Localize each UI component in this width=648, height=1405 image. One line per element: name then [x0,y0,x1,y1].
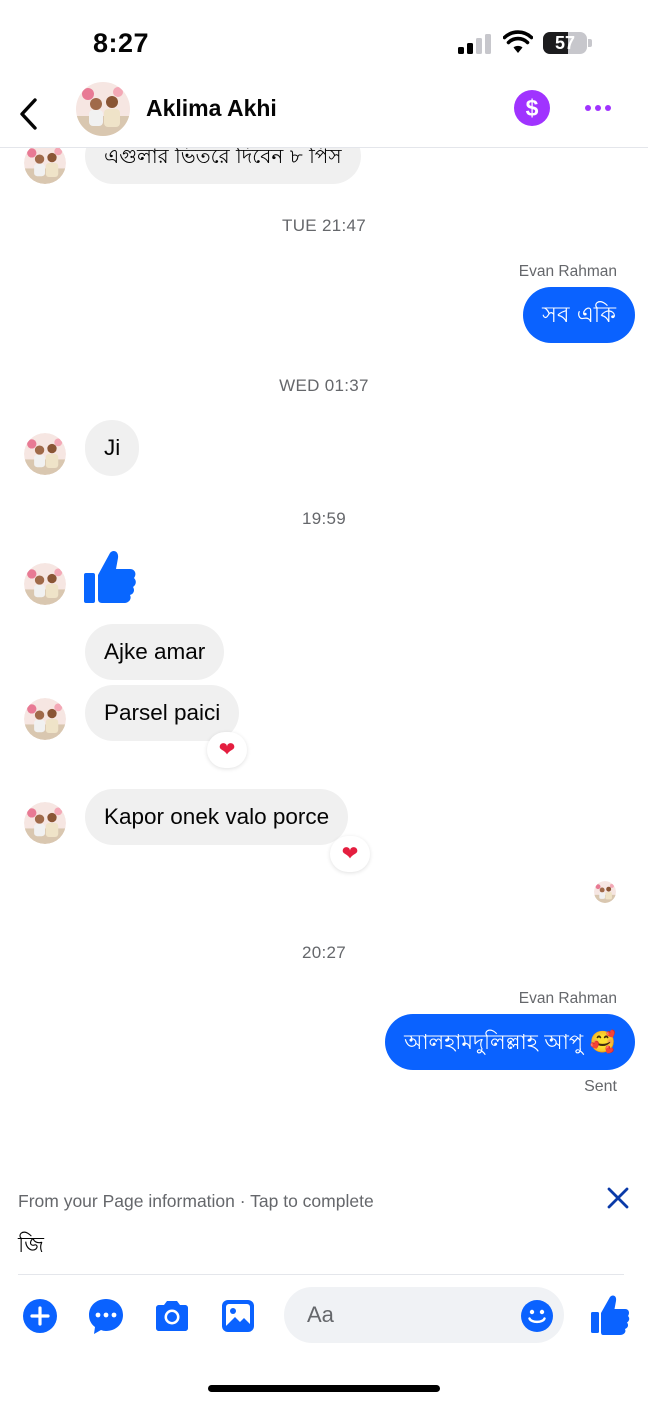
status-bar: 8:27 57 [0,0,648,80]
message-input-placeholder: Aa [307,1302,334,1327]
heart-reaction-icon[interactable]: ❤ [207,732,247,768]
payment-button[interactable]: $ [514,90,550,126]
chat-bubble-icon[interactable] [86,1296,126,1336]
divider [18,1274,624,1275]
message-incoming[interactable]: এগুলার ভিতরে দিবেন ৮ পিস [85,148,361,184]
status-time: 8:27 [93,28,150,58]
message-row-cutoff: এগুলার ভিতরে দিবেন ৮ পিস [0,148,648,188]
battery-icon: 57 [543,32,593,54]
camera-icon[interactable] [152,1296,192,1336]
sender-name: Evan Rahman [518,263,617,280]
message-outgoing[interactable]: আলহামদুলিল্লাহ আপু 🥰 [385,1014,635,1070]
composer-bar: Aa [0,1284,648,1348]
message-status: Sent [584,1078,617,1095]
back-button[interactable] [14,94,46,134]
message-incoming[interactable]: Ajke amar [85,624,225,680]
reply-suggestion[interactable]: From your Page information · Tap to comp… [0,1180,648,1276]
message-incoming[interactable]: Parsel paici [85,685,240,741]
message-input[interactable]: Aa [284,1287,564,1343]
contact-avatar[interactable] [76,82,130,136]
timestamp: 20:27 [301,943,347,962]
thumbs-up-sticker[interactable] [82,549,136,605]
wifi-icon [503,30,533,53]
message-outgoing[interactable]: সব একি [523,287,635,343]
image-icon[interactable] [218,1296,258,1336]
home-indicator [208,1385,440,1392]
emoji-icon[interactable] [520,1299,554,1333]
like-button[interactable] [588,1294,630,1336]
more-options-button[interactable] [580,94,616,122]
sender-name: Evan Rahman [518,990,617,1007]
timestamp: TUE 21:47 [282,216,366,235]
battery-level: 57 [554,33,576,53]
chat-header: Aklima Akhi $ [0,80,648,148]
heart-reaction-icon[interactable]: ❤ [330,836,370,872]
message-incoming[interactable]: Kapor onek valo porce [85,789,349,845]
signal-icon [458,34,491,54]
contact-avatar-small [24,802,66,844]
seen-avatar [594,881,616,903]
timestamp: 19:59 [301,509,347,528]
timestamp: WED 01:37 [279,376,369,395]
message-incoming[interactable]: Ji [85,420,140,476]
contact-avatar-small [24,433,66,475]
suggestion-text[interactable]: জি [18,1228,44,1265]
close-icon[interactable] [604,1184,632,1212]
contact-avatar-small [24,698,66,740]
contact-avatar-small [24,563,66,605]
plus-icon[interactable] [20,1296,60,1336]
contact-avatar-small [24,148,66,184]
contact-name[interactable]: Aklima Akhi [146,95,277,122]
suggestion-hint: From your Page information · Tap to comp… [18,1191,374,1211]
